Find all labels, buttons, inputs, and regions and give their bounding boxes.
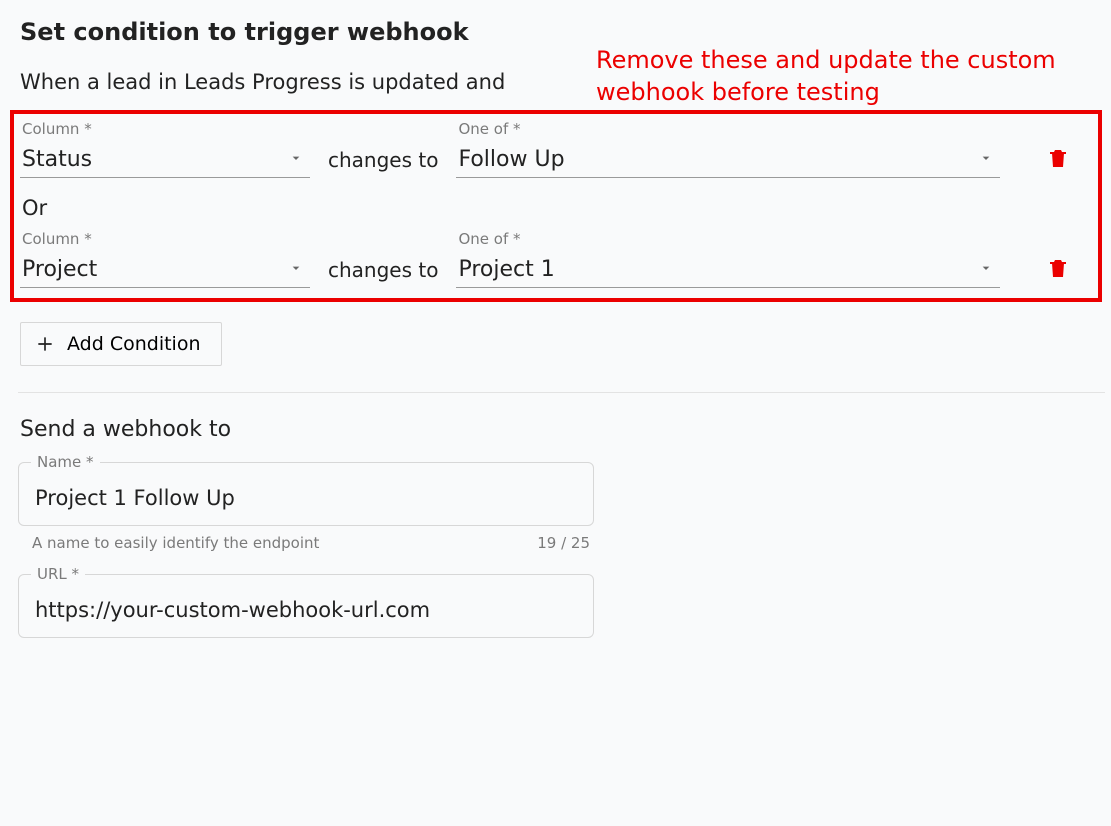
column-label: Column * [22, 120, 310, 138]
send-heading: Send a webhook to [20, 417, 1105, 442]
delete-condition-button[interactable] [1046, 144, 1070, 178]
name-input[interactable] [33, 485, 579, 511]
name-hint: A name to easily identify the endpoint [32, 534, 319, 552]
url-input[interactable] [33, 597, 579, 623]
column-select[interactable]: Status [20, 144, 310, 178]
chevron-down-icon [288, 257, 304, 282]
oneof-label: One of * [458, 120, 1000, 138]
oneof-label: One of * [458, 230, 1000, 248]
name-field-wrapper: Name * [18, 462, 594, 526]
trash-icon [1046, 144, 1070, 172]
column-select[interactable]: Project [20, 254, 310, 288]
plus-icon [35, 334, 55, 354]
column-value: Project [22, 257, 97, 282]
oneof-select[interactable]: Project 1 [456, 254, 1000, 288]
name-label: Name * [31, 453, 100, 471]
oneof-value: Follow Up [458, 147, 564, 172]
column-value: Status [22, 147, 92, 172]
url-field-wrapper: URL * [18, 574, 594, 638]
changes-to-label: changes to [328, 148, 438, 178]
or-connector: Or [22, 196, 1090, 220]
trash-icon [1046, 254, 1070, 282]
chevron-down-icon [978, 257, 994, 282]
oneof-select[interactable]: Follow Up [456, 144, 1000, 178]
chevron-down-icon [288, 147, 304, 172]
name-counter: 19 / 25 [537, 534, 590, 552]
condition-row: Column * Status changes to One of * Foll… [20, 120, 1090, 178]
chevron-down-icon [978, 147, 994, 172]
condition-row: Column * Project changes to One of * Pro… [20, 230, 1090, 288]
condition-group-highlight: Column * Status changes to One of * Foll… [10, 110, 1102, 302]
column-label: Column * [22, 230, 310, 248]
add-condition-button[interactable]: Add Condition [20, 322, 222, 366]
annotation-overlay: Remove these and update the custom webho… [596, 44, 1056, 109]
oneof-value: Project 1 [458, 257, 554, 282]
page-title: Set condition to trigger webhook [20, 18, 1105, 46]
section-divider [18, 392, 1105, 393]
url-label: URL * [31, 565, 85, 583]
changes-to-label: changes to [328, 258, 438, 288]
delete-condition-button[interactable] [1046, 254, 1070, 288]
add-condition-label: Add Condition [67, 333, 201, 355]
